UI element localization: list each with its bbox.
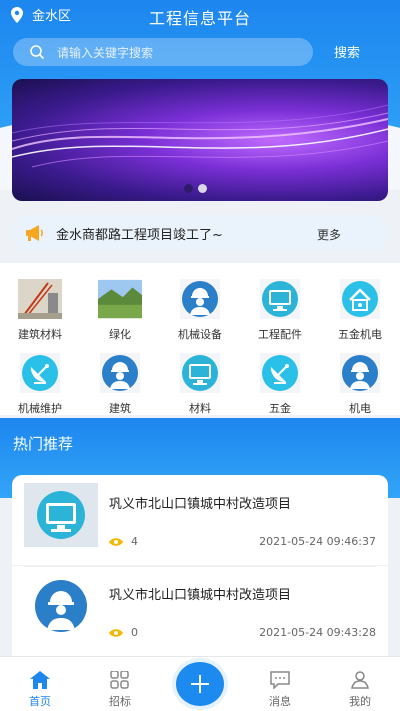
project-card[interactable]: 巩义市北山口镇城中村改造项目 0 2021-05-24 09:43:28 xyxy=(12,566,388,656)
view-count-value: 4 xyxy=(131,535,138,548)
project-time: 2021-05-24 09:43:28 xyxy=(259,626,376,639)
category-label: 五金机电 xyxy=(338,328,382,341)
megaphone-icon xyxy=(26,225,43,241)
nav-message[interactable]: 消息 xyxy=(250,671,310,709)
monitor-icon xyxy=(258,277,302,321)
crane-photo-icon xyxy=(18,277,62,321)
monitor-icon xyxy=(178,351,222,395)
view-count-value: 0 xyxy=(131,626,138,639)
nav-bid-label: 招标 xyxy=(109,695,131,708)
house-icon xyxy=(338,277,382,321)
project-title: 巩义市北山口镇城中村改造项目 xyxy=(109,588,292,603)
view-count: 4 xyxy=(109,535,138,548)
eye-icon xyxy=(109,628,123,637)
nav-mine[interactable]: 我的 xyxy=(330,671,390,709)
notice-text: 金水商都路工程项目竣工了~ xyxy=(56,227,223,243)
carousel-dot[interactable] xyxy=(184,184,193,193)
view-count: 0 xyxy=(109,626,138,639)
plus-icon xyxy=(191,675,209,693)
user-icon xyxy=(351,671,369,689)
category-item[interactable]: 五金机电 xyxy=(325,277,395,342)
project-card[interactable]: 巩义市北山口镇城中村改造项目 4 2021-05-24 09:46:37 xyxy=(12,475,388,565)
carousel-indicator xyxy=(184,184,207,193)
project-title: 巩义市北山口镇城中村改造项目 xyxy=(109,497,292,512)
notice-bar[interactable]: 金水商都路工程项目竣工了~ 更多 xyxy=(12,215,388,251)
nav-message-label: 消息 xyxy=(269,695,291,708)
category-label: 五金 xyxy=(269,402,291,415)
search-icon xyxy=(30,45,45,60)
satellite-dish-icon xyxy=(18,351,62,395)
nav-home-label: 首页 xyxy=(29,695,51,708)
category-item[interactable]: 机械设备 xyxy=(165,277,235,342)
category-item[interactable]: 五金 xyxy=(245,351,315,416)
category-item[interactable]: 材料 xyxy=(165,351,235,416)
category-item[interactable]: 机电 xyxy=(325,351,395,416)
search-placeholder: 请输入关键字搜索 xyxy=(57,45,154,60)
landscape-photo-icon xyxy=(98,277,142,321)
search-input[interactable]: 请输入关键字搜索 xyxy=(13,38,313,66)
divider xyxy=(24,566,376,567)
home-icon xyxy=(30,671,50,689)
category-label: 机械设备 xyxy=(178,328,222,341)
category-label: 建筑 xyxy=(109,402,131,415)
worker-icon xyxy=(178,277,222,321)
notice-more-link[interactable]: 更多 xyxy=(317,226,341,243)
category-label: 工程配件 xyxy=(258,328,302,341)
hot-section-title: 热门推荐 xyxy=(13,435,74,453)
eye-icon xyxy=(109,537,123,546)
banner-carousel[interactable] xyxy=(12,79,388,201)
project-time: 2021-05-24 09:46:37 xyxy=(259,535,376,548)
category-label: 机电 xyxy=(349,402,371,415)
satellite-dish-icon xyxy=(258,351,302,395)
carousel-dot-active[interactable] xyxy=(198,184,207,193)
add-button[interactable] xyxy=(176,662,224,706)
category-item[interactable]: 绿化 xyxy=(85,277,155,342)
category-item[interactable]: 机械维护 xyxy=(5,351,75,416)
grid-icon xyxy=(110,671,129,689)
nav-bid[interactable]: 招标 xyxy=(90,671,150,709)
monitor-icon xyxy=(24,483,98,547)
category-item[interactable]: 建筑 xyxy=(85,351,155,416)
category-label: 材料 xyxy=(189,402,211,415)
app-title: 工程信息平台 xyxy=(148,9,251,28)
worker-icon xyxy=(338,351,382,395)
nav-mine-label: 我的 xyxy=(349,695,371,708)
category-item[interactable]: 工程配件 xyxy=(245,277,315,342)
category-label: 绿化 xyxy=(109,328,131,341)
chat-icon xyxy=(270,671,290,689)
category-label: 建筑材料 xyxy=(18,328,62,341)
search-button[interactable]: 搜索 xyxy=(334,42,360,61)
worker-icon xyxy=(24,574,98,638)
category-label: 机械维护 xyxy=(18,402,62,415)
banner-light-streaks xyxy=(12,104,388,168)
nav-home[interactable]: 首页 xyxy=(10,671,70,709)
category-grid: 建筑材料 绿化 机械设备 工程配件 五金机电 机械维护 建筑 材料 五金 机电 xyxy=(0,263,400,415)
category-item[interactable]: 建筑材料 xyxy=(5,277,75,342)
worker-icon xyxy=(98,351,142,395)
